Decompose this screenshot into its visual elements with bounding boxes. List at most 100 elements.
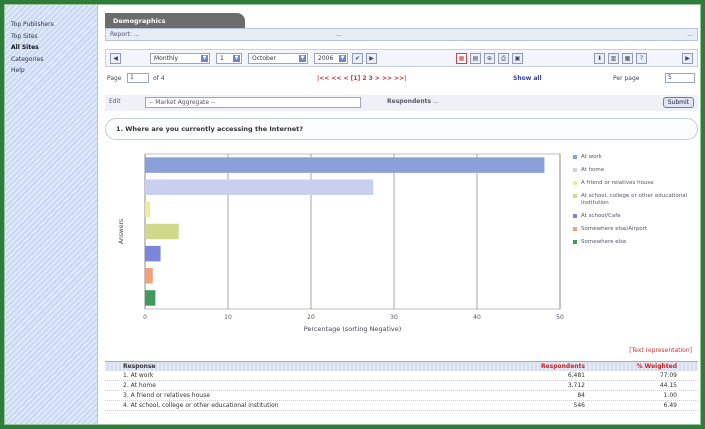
cell-pct: 1.00 [663, 392, 677, 399]
app-frame: Top Publishers Top Sites All Sites Categ… [4, 4, 701, 425]
cell-response: 3. A friend or relatives house [123, 392, 210, 399]
x-tick-label: 0 [143, 314, 147, 321]
sidebar-item-top-publishers[interactable]: Top Publishers [5, 19, 97, 31]
bar [145, 157, 545, 173]
legend-label: At work [581, 154, 602, 160]
results-table: Response Respondents % Weighted 1. At wo… [105, 361, 698, 411]
table-row: 4. At school, college or other education… [105, 401, 698, 411]
legend-item: A friend or relatives house [573, 180, 695, 187]
year-select[interactable]: 2006 ▼ [314, 53, 348, 64]
report-info-bar: Report: ... ... ... [105, 28, 698, 41]
legend-label: A friend or relatives house [581, 180, 654, 186]
legend-label: Somewhere else/Airport [581, 226, 648, 232]
help-icon[interactable]: ? [636, 53, 647, 64]
chart-icon[interactable]: ▥ [608, 53, 619, 64]
legend-label: Somewhere else [581, 239, 627, 245]
forward-icon[interactable]: ▶ [366, 53, 377, 64]
page-navigation[interactable]: |<< << < [1] 2 3 > >> >>| [317, 72, 406, 85]
next-icon[interactable]: ▶ [682, 53, 693, 64]
bar [145, 290, 156, 306]
text-representation-link[interactable]: [Text representation] [629, 347, 692, 354]
report-label: Report: ... [110, 31, 140, 38]
cell-pct: 77.09 [659, 372, 677, 379]
month-select[interactable]: October ▼ [248, 53, 308, 64]
cell-respondents: 84 [577, 392, 585, 399]
page-of-label: of 4 [153, 75, 165, 82]
period-select[interactable]: Monthly ▼ [150, 53, 210, 64]
cell-pct: 6.49 [663, 402, 677, 409]
legend-item: Somewhere else/Airport [573, 226, 695, 233]
x-tick-label: 10 [224, 314, 232, 321]
filter-label: Edit [109, 98, 121, 105]
zoom-icon[interactable]: ⊕ [484, 53, 495, 64]
cell-response: 4. At school, college or other education… [123, 402, 279, 409]
sidebar-item-all-sites[interactable]: All Sites [5, 42, 97, 54]
back-icon[interactable]: ◀ [110, 53, 121, 64]
legend-item: At school/Cafe [573, 213, 695, 220]
print-icon[interactable]: ⎙ [498, 53, 509, 64]
legend-swatch [573, 227, 577, 231]
x-tick-label: 30 [390, 314, 398, 321]
plot-area [144, 153, 561, 310]
legend-item: At school, college or other educational … [573, 193, 695, 207]
respondents-value: ... [433, 98, 439, 105]
report-meta: ... [336, 31, 342, 38]
x-tick-label: 50 [556, 314, 564, 321]
chart-area: 0 10 20 30 40 50 Percentage (sorting Negative)… [105, 144, 698, 347]
legend-label: At school, college or other educational … [581, 193, 688, 206]
question-title: 1. Where are you currently accessing the… [105, 118, 698, 140]
cell-response: 1. At work [123, 372, 154, 379]
filter-bar: Edit -- Market Aggregate -- Respondents … [105, 95, 698, 111]
x-tick-label: 40 [473, 314, 481, 321]
per-page-label: Per page [613, 75, 640, 82]
bar [145, 201, 151, 218]
cell-respondents: 546 [573, 402, 585, 409]
sidebar-item-top-sites[interactable]: Top Sites [5, 31, 97, 43]
bar [145, 223, 179, 240]
cell-response: 2. At home [123, 382, 156, 389]
sidebar: Top Publishers Top Sites All Sites Categ… [5, 5, 98, 424]
market-select[interactable]: -- Market Aggregate -- [145, 97, 361, 108]
legend-swatch [573, 168, 577, 172]
table-row: 1. At work 6,481 77.09 [105, 371, 698, 381]
day-select[interactable]: 1 ▼ [216, 53, 242, 64]
table-header: Response Respondents % Weighted [105, 361, 698, 371]
legend-swatch [573, 194, 577, 198]
cell-respondents: 6,481 [567, 372, 585, 379]
legend-item: At home [573, 167, 695, 174]
legend-item: At work [573, 154, 695, 161]
bar [145, 268, 153, 284]
page-label: Page [107, 75, 122, 82]
legend-label: At school/Cafe [581, 213, 621, 219]
x-tick-label: 20 [307, 314, 315, 321]
bar [145, 179, 374, 195]
table-row: 3. A friend or relatives house 84 1.00 [105, 391, 698, 401]
show-all-link[interactable]: Show all [513, 72, 542, 85]
page-input[interactable]: 1 [127, 73, 149, 83]
report-period: ... [687, 31, 693, 38]
download-icon[interactable]: ⬇ [594, 53, 605, 64]
sidebar-item-help[interactable]: Help [5, 65, 97, 77]
submit-button[interactable]: Submit [662, 97, 694, 108]
legend-label: At home [581, 167, 605, 173]
export-icon[interactable]: ▣ [512, 53, 523, 64]
toolbar: ◀ Monthly ▼ 1 ▼ October ▼ 2006 ▼ ✔ ▶ ▦ ▤ ⊕ ⎙… [105, 49, 698, 67]
calendar-icon[interactable]: ▦ [456, 53, 467, 64]
cell-pct: 44.15 [659, 382, 677, 389]
pdf-icon[interactable]: ▤ [470, 53, 481, 64]
per-page-input[interactable]: 5 [665, 73, 695, 83]
bar [145, 245, 161, 262]
main-content: Demographics Report: ... ... ... ◀ Month… [102, 5, 698, 424]
cell-respondents: 3,712 [567, 382, 585, 389]
legend-item: Somewhere else [573, 239, 695, 246]
table-icon[interactable]: ▦ [622, 53, 633, 64]
pager: Page 1 of 4 |<< << < [1] 2 3 > >> >>| Sh… [105, 72, 698, 85]
y-axis-label: Answers [118, 219, 125, 244]
table-row: 2. At home 3,712 44.15 [105, 381, 698, 391]
legend-swatch [573, 240, 577, 244]
tab-demographics[interactable]: Demographics [105, 13, 245, 28]
sidebar-item-categories[interactable]: Categories [5, 54, 97, 66]
apply-check-icon[interactable]: ✔ [352, 53, 363, 64]
legend-swatch [573, 214, 577, 218]
chart-legend: At work At home A friend or relatives hous… [573, 154, 695, 252]
